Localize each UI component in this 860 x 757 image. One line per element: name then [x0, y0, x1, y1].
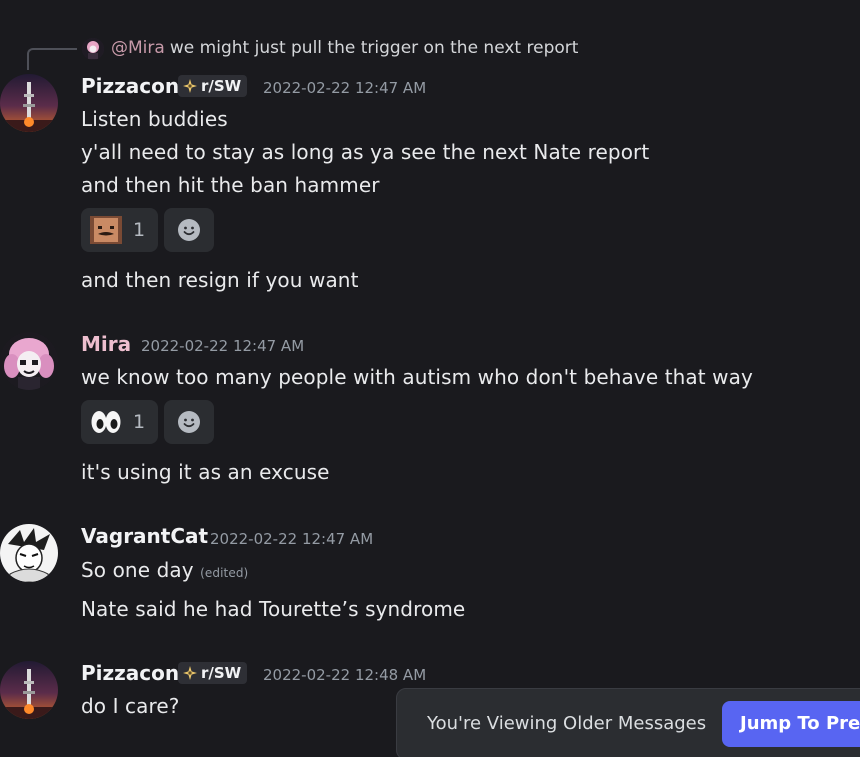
message-text: and then hit the ban hammer: [81, 173, 380, 197]
add-reaction-button[interactable]: [164, 400, 214, 444]
message-text: y'all need to stay as long as ya see the…: [81, 140, 650, 164]
server-tag-label: r/SW: [201, 664, 242, 682]
reaction-count: 1: [133, 219, 146, 241]
older-messages-banner: You're Viewing Older Messages Jump To Pr…: [396, 688, 860, 757]
message-text: Nate said he had Tourette’s syndrome: [81, 597, 466, 621]
server-tag[interactable]: r/SW: [178, 75, 248, 97]
message-text-content: So one day: [81, 558, 194, 582]
username-pizzacon[interactable]: Pizzacon: [81, 661, 179, 685]
avatar-mira[interactable]: [0, 332, 58, 390]
reaction-button[interactable]: 1: [81, 400, 158, 444]
reply-preview[interactable]: @Mira we might just pull the trigger on …: [111, 38, 578, 58]
username-vagrantcat[interactable]: VagrantCat: [81, 524, 208, 548]
sparkle-icon: [183, 666, 197, 680]
username-pizzacon[interactable]: Pizzacon: [81, 74, 179, 98]
smiley-icon: [177, 410, 201, 434]
server-tag[interactable]: r/SW: [178, 662, 248, 684]
timestamp[interactable]: 2022-02-22 12:47 AM: [141, 337, 304, 355]
chat-log: @Mira we might just pull the trigger on …: [0, 0, 860, 757]
avatar-pizzacon[interactable]: [0, 661, 58, 719]
message-text: So one day (edited): [81, 558, 248, 582]
reply-text: we might just pull the trigger on the ne…: [169, 38, 579, 58]
mustache-face-emoji-icon: [90, 216, 122, 244]
message-text: we know too many people with autism who …: [81, 365, 753, 389]
eyes-emoji-icon: [90, 409, 122, 435]
reaction-button[interactable]: 1: [81, 208, 158, 252]
reply-avatar[interactable]: [82, 38, 104, 60]
smiley-icon: [177, 218, 201, 242]
timestamp[interactable]: 2022-02-22 12:47 AM: [263, 79, 426, 97]
message-text: it's using it as an excuse: [81, 460, 330, 484]
message-text: Listen buddies: [81, 107, 228, 131]
reaction-count: 1: [133, 411, 146, 433]
jump-to-present-button[interactable]: Jump To Present: [722, 701, 860, 747]
reply-connector: [27, 48, 77, 70]
avatar-pizzacon[interactable]: [0, 74, 58, 132]
add-reaction-button[interactable]: [164, 208, 214, 252]
avatar-vagrantcat[interactable]: [0, 524, 58, 582]
message-text: and then resign if you want: [81, 268, 359, 292]
sparkle-icon: [183, 79, 197, 93]
timestamp[interactable]: 2022-02-22 12:48 AM: [263, 666, 426, 684]
edited-label: (edited): [200, 566, 249, 580]
older-messages-text: You're Viewing Older Messages: [427, 713, 707, 734]
timestamp[interactable]: 2022-02-22 12:47 AM: [210, 530, 373, 548]
reply-author[interactable]: @Mira: [111, 38, 165, 58]
server-tag-label: r/SW: [201, 77, 242, 95]
username-mira[interactable]: Mira: [81, 332, 131, 356]
message-text: do I care?: [81, 694, 180, 718]
